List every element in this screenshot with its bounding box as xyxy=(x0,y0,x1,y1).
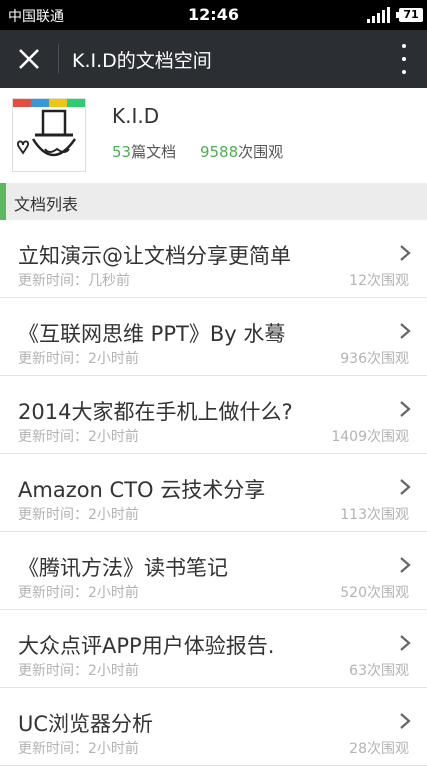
chevron-right-icon xyxy=(400,245,411,261)
views-suffix: 次围观 xyxy=(238,143,284,161)
chevron-right-icon xyxy=(400,323,411,339)
document-updated: 更新时间：2小时前 xyxy=(18,585,139,601)
profile-header: K.I.D 53篇文档 9588次围观 xyxy=(0,88,427,183)
document-updated: 更新时间：2小时前 xyxy=(18,741,139,757)
list-item[interactable]: 2014大家都在手机上做什么? 更新时间：2小时前 1409次围观 xyxy=(0,376,427,454)
close-button[interactable] xyxy=(10,40,48,78)
document-title: UC浏览器分析 xyxy=(18,712,154,736)
signal-icon xyxy=(367,7,390,23)
document-updated: 更新时间：2小时前 xyxy=(18,663,139,679)
avatar[interactable] xyxy=(12,98,86,172)
docs-suffix: 篇文档 xyxy=(131,143,177,161)
chevron-right-icon xyxy=(400,635,411,651)
document-views: 1409次围观 xyxy=(331,429,409,445)
section-header: 文档列表 xyxy=(0,183,427,220)
chevron-right-icon xyxy=(400,713,411,729)
section-accent-bar xyxy=(0,183,6,220)
avatar-image xyxy=(13,99,85,157)
list-item[interactable]: 大众点评APP用户体验报告. 更新时间：2小时前 63次围观 xyxy=(0,610,427,688)
more-menu-button[interactable] xyxy=(399,44,409,74)
document-updated: 更新时间：2小时前 xyxy=(18,507,139,523)
section-title: 文档列表 xyxy=(14,195,79,214)
document-views: 63次围观 xyxy=(349,663,409,679)
document-title: 《互联网思维 PPT》By 水蓦 xyxy=(18,322,286,346)
battery-icon: 71 xyxy=(396,8,423,22)
views-count: 9588 xyxy=(199,143,239,161)
profile-stats: 53篇文档 9588次围观 xyxy=(112,141,283,162)
list-item[interactable]: Amazon CTO 云技术分享 更新时间：2小时前 113次围观 xyxy=(0,454,427,532)
document-title: 《腾讯方法》读书笔记 xyxy=(18,556,228,580)
chevron-right-icon xyxy=(400,479,411,495)
list-item[interactable]: 《互联网思维 PPT》By 水蓦 更新时间：2小时前 936次围观 xyxy=(0,298,427,376)
list-item[interactable]: 《腾讯方法》读书笔记 更新时间：2小时前 520次围观 xyxy=(0,532,427,610)
more-icon-dot xyxy=(402,57,406,61)
document-title: Amazon CTO 云技术分享 xyxy=(18,478,266,502)
document-list: 立知演示@让文档分享更简单 更新时间：几秒前 12次围观 《互联网思维 PPT》… xyxy=(0,220,427,766)
chevron-right-icon xyxy=(400,557,411,573)
document-updated: 更新时间：2小时前 xyxy=(18,351,139,367)
more-icon-dot xyxy=(402,70,406,74)
more-icon xyxy=(402,44,406,48)
toolbar-divider xyxy=(58,44,59,74)
close-icon xyxy=(19,49,39,69)
status-bar: 中国联通 12:46 71 xyxy=(0,0,427,30)
document-title: 大众点评APP用户体验报告. xyxy=(18,634,275,658)
document-updated: 更新时间：2小时前 xyxy=(18,429,139,445)
page-title: K.I.D的文档空间 xyxy=(72,50,212,72)
document-views: 520次围观 xyxy=(340,585,409,601)
document-title: 立知演示@让文档分享更简单 xyxy=(18,244,291,268)
list-item[interactable]: UC浏览器分析 更新时间：2小时前 28次围观 xyxy=(0,688,427,766)
top-bar: K.I.D的文档空间 xyxy=(0,30,427,88)
docs-count: 53 xyxy=(112,143,132,161)
clock: 12:46 xyxy=(188,5,239,24)
document-views: 936次围观 xyxy=(340,351,409,367)
document-views: 12次围观 xyxy=(349,273,409,289)
chevron-right-icon xyxy=(400,401,411,417)
profile-name: K.I.D xyxy=(112,104,160,128)
document-views: 28次围观 xyxy=(349,741,409,757)
document-updated: 更新时间：几秒前 xyxy=(18,273,130,289)
list-item[interactable]: 立知演示@让文档分享更简单 更新时间：几秒前 12次围观 xyxy=(0,220,427,298)
document-views: 113次围观 xyxy=(340,507,409,523)
document-title: 2014大家都在手机上做什么? xyxy=(18,400,293,424)
